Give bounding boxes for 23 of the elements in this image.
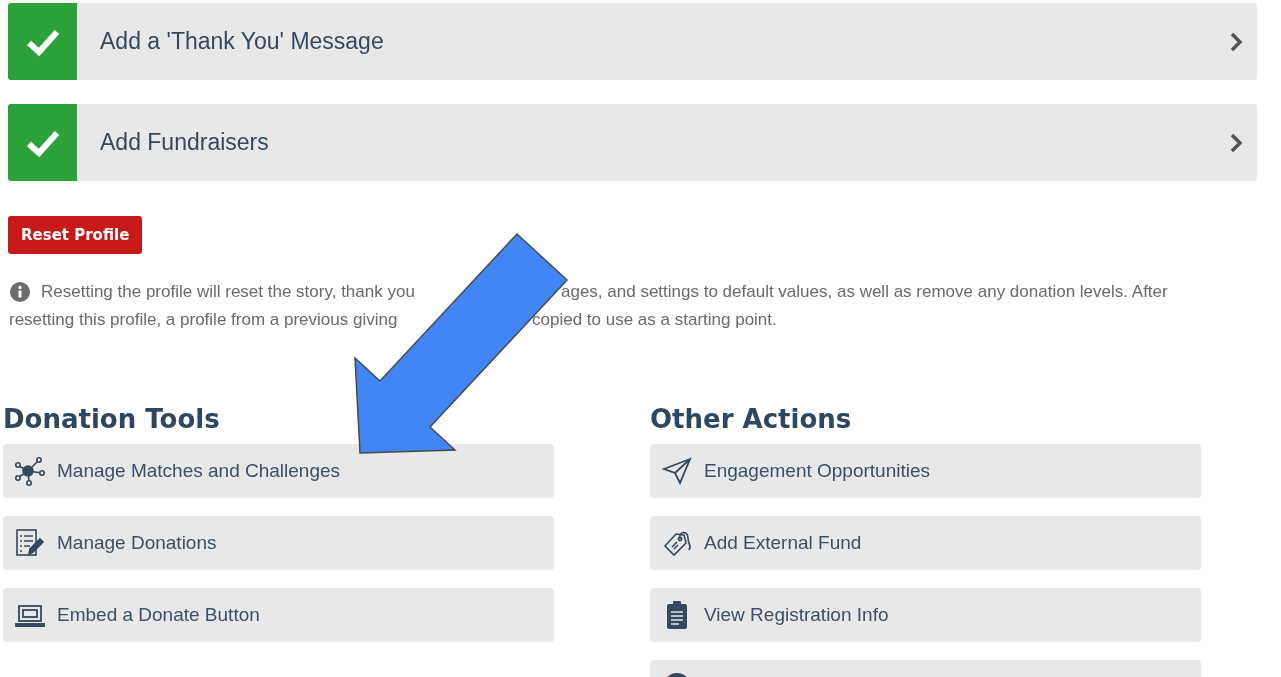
notice-text: copied to use as a starting point. <box>532 309 777 331</box>
step-row[interactable]: Add Fundraisers <box>8 104 1257 181</box>
paper-plane-icon <box>662 456 692 486</box>
chevron-right-icon <box>1229 131 1243 154</box>
step-row[interactable]: Add a 'Thank You' Message <box>8 3 1257 80</box>
notice-text: resetting this profile, a profile from a previous giving <box>9 309 399 331</box>
info-icon <box>10 282 30 302</box>
step-title: Add Fundraisers <box>100 129 270 156</box>
action-button[interactable]: Manage Matches and Challenges <box>3 444 554 498</box>
step-title: Add a 'Thank You' Message <box>100 28 385 55</box>
action-button[interactable]: Add External Fund <box>650 516 1201 570</box>
notice-text: Resetting the profile will reset the story, thank you <box>41 281 416 303</box>
notice-text: ages, and settings to default values, as well as remove any donation levels. After <box>561 281 1168 303</box>
reset-profile-button[interactable]: Reset Profile <box>8 216 143 254</box>
action-button[interactable]: Engagement Opportunities <box>650 444 1201 498</box>
list-edit-icon <box>15 528 45 558</box>
chevron-right-icon <box>1229 30 1243 53</box>
action-button[interactable]: View Registration Info <box>650 588 1201 642</box>
section-heading: Donation Tools <box>3 404 221 434</box>
action-button[interactable]: Embed a Donate Button <box>3 588 554 642</box>
network-icon <box>15 456 45 486</box>
action-button[interactable]: Manage Donations <box>3 516 554 570</box>
section-heading: Other Actions <box>650 404 853 434</box>
